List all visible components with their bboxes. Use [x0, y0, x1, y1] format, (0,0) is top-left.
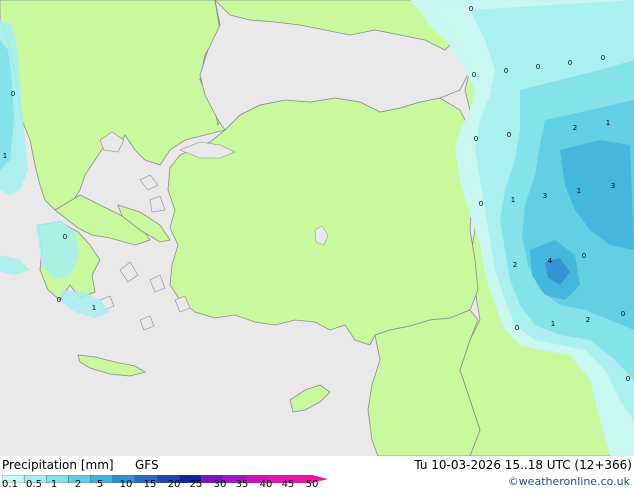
legend-swatch — [46, 475, 69, 483]
credit-link[interactable]: ©weatheronline.co.uk — [508, 475, 630, 488]
map-value-label: 0 — [507, 131, 511, 139]
map-value-label: 0 — [582, 252, 586, 260]
map-value-label: 2 — [586, 316, 590, 324]
map-value-label: 0 — [626, 375, 630, 383]
map-value-label: 0 — [11, 90, 15, 98]
map-value-label: 0 — [621, 310, 625, 318]
map-value-label: 0 — [63, 233, 67, 241]
map-value-label: 0 — [601, 54, 605, 62]
legend-tick-label: 30 — [213, 479, 227, 490]
legend-tick-label: 45 — [281, 479, 295, 490]
map-value-label: 0 — [474, 135, 478, 143]
map-value-label: 0 — [469, 5, 473, 13]
model-name: GFS — [135, 458, 159, 472]
map-value-label: 0 — [472, 71, 476, 79]
map-value-label: 3 — [611, 182, 615, 190]
legend-tick-label: 0.1 — [2, 479, 18, 490]
map-value-label: 4 — [548, 257, 553, 265]
valid-time: Tu 10-03-2026 15..18 UTC (12+366) — [414, 458, 632, 472]
map-value-label: 1 — [551, 320, 555, 328]
map-value-label: 0 — [57, 296, 61, 304]
legend-tick-label: 35 — [235, 479, 249, 490]
legend-tick-label: 50 — [305, 479, 319, 490]
map-value-label: 2 — [513, 261, 517, 269]
map-title: Precipitation [mm] — [2, 458, 114, 472]
map-value-label: 2 — [573, 124, 577, 132]
map-value-label: 0 — [479, 200, 483, 208]
precipitation-map: 0 0 1 0 0 0 0 0 0 0 2 1 0 1 3 1 3 0 2 4 0 0 1 0 1 2 0 0 — [0, 0, 634, 457]
legend-tick-label: 10 — [119, 479, 133, 490]
map-value-label: 0 — [515, 324, 519, 332]
map-value-label: 1 — [511, 196, 515, 204]
legend-tick-label: 40 — [259, 479, 273, 490]
legend-tick-label: 15 — [143, 479, 157, 490]
map-value-label: 1 — [577, 187, 581, 195]
legend-tick-label: 0.5 — [26, 479, 42, 490]
map-value-label: 1 — [3, 152, 7, 160]
legend-tick-label: 25 — [189, 479, 203, 490]
legend-tick-label: 2 — [74, 479, 82, 490]
legend-tick-label: 1 — [50, 479, 58, 490]
map-value-label: 1 — [606, 119, 610, 127]
legend-tick-label: 20 — [167, 479, 181, 490]
map-value-label: 3 — [543, 192, 547, 200]
map-value-label: 0 — [536, 63, 540, 71]
map-value-label: 0 — [568, 59, 572, 67]
land-levant — [367, 309, 481, 457]
map-value-label: 1 — [92, 304, 96, 312]
legend-tick-label: 5 — [96, 479, 104, 490]
map-value-label: 0 — [504, 67, 508, 75]
